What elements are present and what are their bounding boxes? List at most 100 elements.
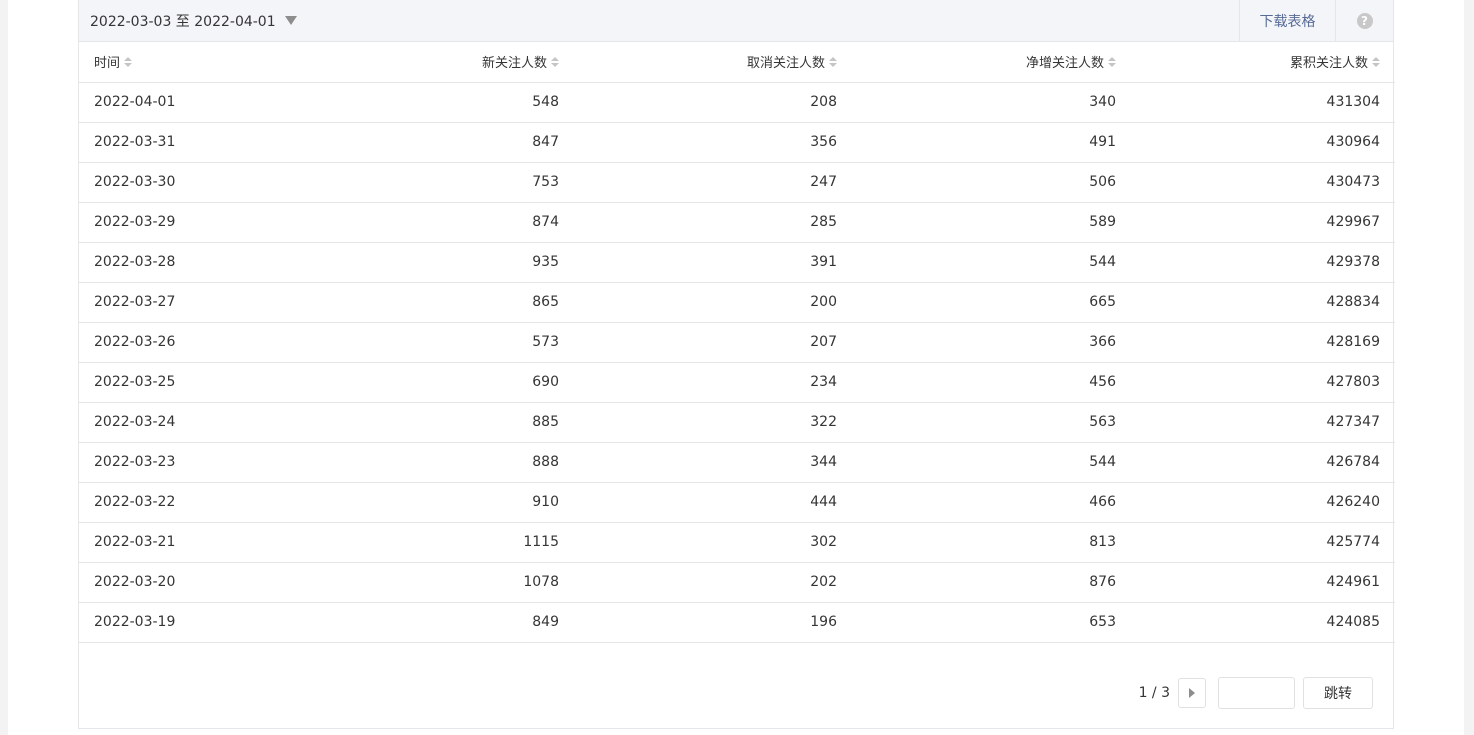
table-row: 2022-03-29 874 285 589 429967: [79, 202, 1395, 243]
date-range-label: 2022-03-03 至 2022-04-01: [90, 13, 276, 30]
cell-cumulative: 428834: [1116, 282, 1395, 323]
pagination: 1 / 3 跳转: [1139, 677, 1373, 709]
table-row: 2022-03-22 910 444 466 426240: [79, 482, 1395, 523]
sort-icon: [1372, 56, 1380, 67]
cell-date: 2022-03-23: [94, 442, 294, 483]
cell-net-growth: 813: [837, 522, 1116, 563]
cell-cumulative: 429378: [1116, 242, 1395, 283]
cell-cumulative: 428169: [1116, 322, 1395, 363]
cell-new-followers: 548: [294, 82, 559, 123]
date-range-picker[interactable]: 2022-03-03 至 2022-04-01: [90, 0, 297, 41]
cell-cumulative: 424961: [1116, 562, 1395, 603]
cell-new-followers: 573: [294, 322, 559, 363]
cell-net-growth: 366: [837, 322, 1116, 363]
column-header-time[interactable]: 时间: [94, 42, 294, 83]
cell-unfollows: 302: [559, 522, 837, 563]
table-toolbar: 2022-03-03 至 2022-04-01 下载表格 ?: [79, 0, 1393, 42]
chevron-right-icon: [1189, 688, 1195, 698]
table-row: 2022-03-27 865 200 665 428834: [79, 282, 1395, 323]
table-row: 2022-03-20 1078 202 876 424961: [79, 562, 1395, 603]
sort-icon: [1108, 56, 1116, 67]
cell-new-followers: 690: [294, 362, 559, 403]
cell-date: 2022-04-01: [94, 82, 294, 123]
cell-cumulative: 426240: [1116, 482, 1395, 523]
cell-date: 2022-03-20: [94, 562, 294, 603]
cell-unfollows: 322: [559, 402, 837, 443]
cell-cumulative: 429967: [1116, 202, 1395, 243]
column-header-new-followers[interactable]: 新关注人数: [294, 42, 559, 83]
cell-unfollows: 202: [559, 562, 837, 603]
cell-date: 2022-03-24: [94, 402, 294, 443]
cell-new-followers: 1078: [294, 562, 559, 603]
cell-new-followers: 874: [294, 202, 559, 243]
cell-cumulative: 430473: [1116, 162, 1395, 203]
cell-cumulative: 424085: [1116, 602, 1395, 643]
cell-unfollows: 200: [559, 282, 837, 323]
cell-cumulative: 427803: [1116, 362, 1395, 403]
cell-unfollows: 234: [559, 362, 837, 403]
table-row: 2022-03-24 885 322 563 427347: [79, 402, 1395, 443]
cell-date: 2022-03-30: [94, 162, 294, 203]
cell-unfollows: 285: [559, 202, 837, 243]
cell-new-followers: 910: [294, 482, 559, 523]
cell-date: 2022-03-28: [94, 242, 294, 283]
cell-net-growth: 544: [837, 242, 1116, 283]
table-row: 2022-03-30 753 247 506 430473: [79, 162, 1395, 203]
cell-net-growth: 491: [837, 122, 1116, 163]
cell-date: 2022-03-21: [94, 522, 294, 563]
cell-unfollows: 391: [559, 242, 837, 283]
cell-date: 2022-03-31: [94, 122, 294, 163]
cell-cumulative: 430964: [1116, 122, 1395, 163]
table-row: 2022-03-31 847 356 491 430964: [79, 122, 1395, 163]
cell-cumulative: 431304: [1116, 82, 1395, 123]
sort-icon: [551, 56, 559, 67]
cell-date: 2022-03-26: [94, 322, 294, 363]
cell-cumulative: 426784: [1116, 442, 1395, 483]
cell-unfollows: 207: [559, 322, 837, 363]
cell-unfollows: 247: [559, 162, 837, 203]
table-row: 2022-03-19 849 196 653 424085: [79, 602, 1395, 643]
cell-net-growth: 456: [837, 362, 1116, 403]
column-header-cumulative[interactable]: 累积关注人数: [1116, 42, 1395, 83]
cell-new-followers: 847: [294, 122, 559, 163]
cell-net-growth: 340: [837, 82, 1116, 123]
table-row: 2022-03-21 1115 302 813 425774: [79, 522, 1395, 563]
cell-new-followers: 888: [294, 442, 559, 483]
next-page-button[interactable]: [1178, 678, 1206, 708]
cell-net-growth: 653: [837, 602, 1116, 643]
cell-unfollows: 344: [559, 442, 837, 483]
cell-date: 2022-03-19: [94, 602, 294, 643]
cell-net-growth: 506: [837, 162, 1116, 203]
column-header-net-growth[interactable]: 净增关注人数: [837, 42, 1116, 83]
cell-net-growth: 876: [837, 562, 1116, 603]
cell-unfollows: 444: [559, 482, 837, 523]
stats-panel: 2022-03-03 至 2022-04-01 下载表格 ? 时间 新关注人数 …: [78, 0, 1395, 729]
table-header-row: 时间 新关注人数 取消关注人数 净增关注人数 累积关注人数: [79, 42, 1395, 83]
cell-date: 2022-03-25: [94, 362, 294, 403]
cell-net-growth: 466: [837, 482, 1116, 523]
cell-new-followers: 1115: [294, 522, 559, 563]
followers-table: 时间 新关注人数 取消关注人数 净增关注人数 累积关注人数 2022-04-01…: [79, 42, 1395, 643]
column-header-unfollows[interactable]: 取消关注人数: [559, 42, 837, 83]
cell-date: 2022-03-29: [94, 202, 294, 243]
sort-icon: [829, 56, 837, 67]
cell-unfollows: 356: [559, 122, 837, 163]
cell-new-followers: 885: [294, 402, 559, 443]
cell-new-followers: 849: [294, 602, 559, 643]
caret-down-icon: [284, 16, 297, 25]
cell-net-growth: 665: [837, 282, 1116, 323]
download-table-button[interactable]: 下载表格: [1239, 0, 1336, 41]
cell-unfollows: 208: [559, 82, 837, 123]
cell-cumulative: 425774: [1116, 522, 1395, 563]
cell-date: 2022-03-22: [94, 482, 294, 523]
cell-net-growth: 589: [837, 202, 1116, 243]
cell-date: 2022-03-27: [94, 282, 294, 323]
cell-new-followers: 935: [294, 242, 559, 283]
question-mark-icon: ?: [1356, 12, 1373, 29]
page-jump-input[interactable]: [1218, 677, 1295, 709]
help-button[interactable]: ?: [1336, 0, 1393, 41]
jump-button[interactable]: 跳转: [1303, 677, 1373, 709]
cell-net-growth: 563: [837, 402, 1116, 443]
cell-net-growth: 544: [837, 442, 1116, 483]
table-row: 2022-04-01 548 208 340 431304: [79, 82, 1395, 123]
